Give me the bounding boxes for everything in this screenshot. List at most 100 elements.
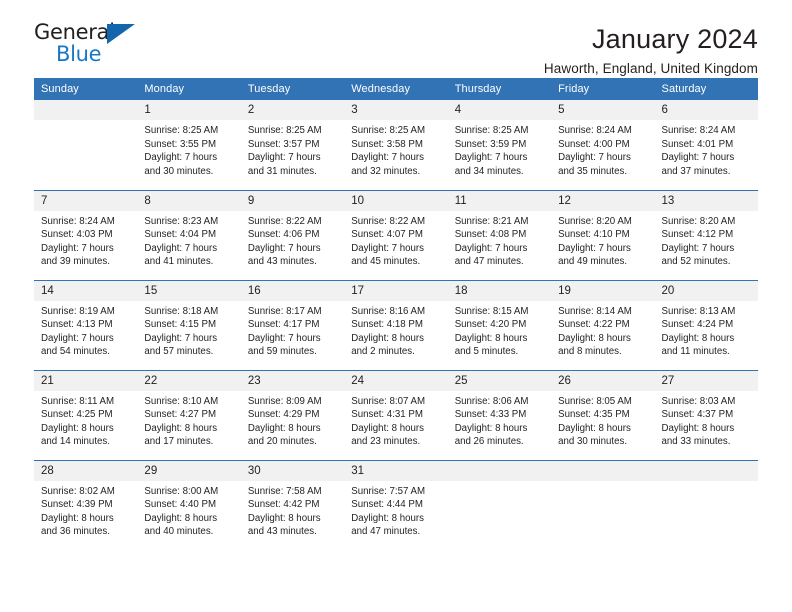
daylight-text-line1: Daylight: 7 hours xyxy=(351,242,424,254)
calendar-day-cell[interactable]: 1 Sunrise: 8:25 AM Sunset: 3:55 PM Daylight… xyxy=(137,100,241,190)
day-number: 12 xyxy=(551,190,655,211)
day-number: 18 xyxy=(447,280,552,301)
generalblue-logo[interactable]: General Blue xyxy=(34,22,144,70)
day-number xyxy=(34,100,138,120)
day-details: Sunrise: 8:22 AM Sunset: 4:06 PM Daylight:… xyxy=(241,211,344,269)
sunrise-text: Sunrise: 8:18 AM xyxy=(144,305,219,317)
daylight-text-line1: Daylight: 7 hours xyxy=(144,152,218,164)
calendar-day-cell[interactable]: 9 Sunrise: 8:22 AM Sunset: 4:06 PM Daylight… xyxy=(240,189,345,280)
calendar-day-cell[interactable]: 13 Sunrise: 8:20 AM Sunset: 4:12 PM Dayligh… xyxy=(654,189,758,280)
sunrise-sunset-calendar: Sunday Monday Tuesday Wednesday Thursday… xyxy=(34,78,758,550)
daylight-text-line2: and 37 minutes. xyxy=(661,165,731,177)
daylight-text-line2: and 8 minutes. xyxy=(558,346,622,358)
calendar-day-cell[interactable]: 8 Sunrise: 8:23 AM Sunset: 4:04 PM Daylight… xyxy=(137,189,241,280)
day-number xyxy=(447,460,552,481)
sunset-text: Sunset: 4:44 PM xyxy=(351,499,423,511)
location-subtitle: Haworth, England, United Kingdom xyxy=(543,61,758,77)
calendar-day-cell[interactable]: 21 Sunrise: 8:11 AM Sunset: 4:25 PM Dayligh… xyxy=(34,369,138,460)
calendar-day-cell[interactable]: 29 Sunrise: 8:00 AM Sunset: 4:40 PM Dayligh… xyxy=(137,459,241,550)
sunrise-text: Sunrise: 8:09 AM xyxy=(247,395,322,407)
weekday-header-saturday: Saturday xyxy=(654,78,758,100)
day-details: Sunrise: 8:09 AM Sunset: 4:29 PM Daylight:… xyxy=(241,391,344,449)
calendar-day-cell[interactable]: 6 Sunrise: 8:24 AM Sunset: 4:01 PM Daylight… xyxy=(654,100,758,190)
daylight-text-line1: Daylight: 7 hours xyxy=(144,242,218,254)
calendar-day-cell[interactable]: 17 Sunrise: 8:16 AM Sunset: 4:18 PM Dayligh… xyxy=(344,279,448,370)
calendar-day-cell[interactable]: 26 Sunrise: 8:05 AM Sunset: 4:35 PM Dayligh… xyxy=(551,369,655,460)
day-details: Sunrise: 8:02 AM Sunset: 4:39 PM Daylight:… xyxy=(34,481,137,539)
daylight-text-line2: and 52 minutes. xyxy=(661,256,731,268)
calendar-week-row: 7 Sunrise: 8:24 AM Sunset: 4:03 PM Daylight… xyxy=(34,189,758,280)
daylight-text-line1: Daylight: 8 hours xyxy=(144,422,218,434)
sunset-text: Sunset: 4:17 PM xyxy=(247,319,320,331)
calendar-day-cell[interactable]: 4 Sunrise: 8:25 AM Sunset: 3:59 PM Daylight… xyxy=(447,100,552,190)
daylight-text-line1: Daylight: 7 hours xyxy=(661,152,735,164)
calendar-day-cell[interactable]: 3 Sunrise: 8:25 AM Sunset: 3:58 PM Daylight… xyxy=(344,100,448,190)
daylight-text-line2: and 47 minutes. xyxy=(454,256,524,268)
calendar-day-cell[interactable]: 25 Sunrise: 8:06 AM Sunset: 4:33 PM Dayligh… xyxy=(447,369,552,460)
daylight-text-line1: Daylight: 7 hours xyxy=(661,242,735,254)
sunrise-text: Sunrise: 8:15 AM xyxy=(454,305,529,317)
calendar-day-cell[interactable]: 31 Sunrise: 7:57 AM Sunset: 4:44 PM Dayligh… xyxy=(344,459,448,550)
sunset-text: Sunset: 3:59 PM xyxy=(454,138,527,150)
calendar-day-cell[interactable]: 28 Sunrise: 8:02 AM Sunset: 4:39 PM Dayligh… xyxy=(34,459,138,550)
day-details: Sunrise: 8:10 AM Sunset: 4:27 PM Daylight:… xyxy=(137,391,240,449)
calendar-day-cell[interactable]: 23 Sunrise: 8:09 AM Sunset: 4:29 PM Dayligh… xyxy=(240,369,345,460)
sunrise-text: Sunrise: 8:24 AM xyxy=(661,125,736,136)
daylight-text-line2: and 36 minutes. xyxy=(41,526,110,538)
sunset-text: Sunset: 4:10 PM xyxy=(558,229,630,241)
calendar-day-cell[interactable]: 18 Sunrise: 8:15 AM Sunset: 4:20 PM Dayligh… xyxy=(447,279,552,370)
day-details: Sunrise: 8:15 AM Sunset: 4:20 PM Daylight:… xyxy=(448,301,551,359)
day-details: Sunrise: 8:22 AM Sunset: 4:07 PM Daylight:… xyxy=(344,211,447,269)
calendar-day-cell[interactable]: 11 Sunrise: 8:21 AM Sunset: 4:08 PM Dayligh… xyxy=(447,189,552,280)
day-details: Sunrise: 8:19 AM Sunset: 4:13 PM Daylight:… xyxy=(34,301,137,359)
day-details: Sunrise: 8:25 AM Sunset: 3:55 PM Daylight:… xyxy=(137,120,240,178)
day-number: 9 xyxy=(240,190,345,211)
day-number: 16 xyxy=(240,280,345,301)
sunrise-text: Sunrise: 8:25 AM xyxy=(454,125,529,136)
day-details: Sunrise: 8:24 AM Sunset: 4:00 PM Daylight:… xyxy=(551,120,654,178)
day-number xyxy=(551,460,655,481)
calendar-day-cell[interactable]: 20 Sunrise: 8:13 AM Sunset: 4:24 PM Dayligh… xyxy=(654,279,758,370)
day-number: 20 xyxy=(654,280,758,301)
calendar-day-cell[interactable]: 2 Sunrise: 8:25 AM Sunset: 3:57 PM Daylight… xyxy=(240,100,345,190)
calendar-day-cell[interactable]: 27 Sunrise: 8:03 AM Sunset: 4:37 PM Dayligh… xyxy=(654,369,758,460)
daylight-text-line2: and 43 minutes. xyxy=(247,526,317,538)
calendar-day-cell[interactable]: 19 Sunrise: 8:14 AM Sunset: 4:22 PM Dayligh… xyxy=(551,279,655,370)
calendar-day-cell[interactable]: 15 Sunrise: 8:18 AM Sunset: 4:15 PM Dayligh… xyxy=(137,279,241,370)
day-number: 24 xyxy=(344,370,448,391)
day-details: Sunrise: 8:18 AM Sunset: 4:15 PM Daylight:… xyxy=(137,301,240,359)
daylight-text-line1: Daylight: 8 hours xyxy=(247,422,321,434)
day-details: Sunrise: 8:23 AM Sunset: 4:04 PM Daylight:… xyxy=(137,211,240,269)
calendar-day-cell[interactable]: 10 Sunrise: 8:22 AM Sunset: 4:07 PM Dayligh… xyxy=(344,189,448,280)
calendar-day-cell[interactable]: 5 Sunrise: 8:24 AM Sunset: 4:00 PM Daylight… xyxy=(551,100,655,190)
calendar-day-cell[interactable]: 16 Sunrise: 8:17 AM Sunset: 4:17 PM Dayligh… xyxy=(240,279,345,370)
daylight-text-line2: and 57 minutes. xyxy=(144,346,214,358)
calendar-day-cell[interactable]: 7 Sunrise: 8:24 AM Sunset: 4:03 PM Daylight… xyxy=(34,189,138,280)
day-details: Sunrise: 8:03 AM Sunset: 4:37 PM Daylight:… xyxy=(655,391,758,449)
calendar-day-cell[interactable]: 22 Sunrise: 8:10 AM Sunset: 4:27 PM Dayligh… xyxy=(137,369,241,460)
sunrise-text: Sunrise: 8:02 AM xyxy=(41,485,115,497)
weekday-header-friday: Friday xyxy=(551,78,655,100)
daylight-text-line1: Daylight: 8 hours xyxy=(351,332,424,344)
calendar-day-cell[interactable]: 14 Sunrise: 8:19 AM Sunset: 4:13 PM Dayligh… xyxy=(34,279,138,370)
day-number: 4 xyxy=(447,100,552,120)
daylight-text-line1: Daylight: 8 hours xyxy=(661,422,735,434)
page-title: January 2024 xyxy=(591,24,758,54)
sunrise-text: Sunrise: 8:16 AM xyxy=(351,305,426,317)
day-details: Sunrise: 8:16 AM Sunset: 4:18 PM Daylight:… xyxy=(344,301,447,359)
calendar-day-cell[interactable]: 12 Sunrise: 8:20 AM Sunset: 4:10 PM Dayligh… xyxy=(551,189,655,280)
daylight-text-line1: Daylight: 8 hours xyxy=(41,422,114,434)
daylight-text-line1: Daylight: 7 hours xyxy=(351,152,424,164)
sunset-text: Sunset: 3:58 PM xyxy=(351,138,423,150)
calendar-day-cell[interactable]: 30 Sunrise: 7:58 AM Sunset: 4:42 PM Dayligh… xyxy=(240,459,345,550)
day-details: Sunrise: 8:17 AM Sunset: 4:17 PM Daylight:… xyxy=(241,301,344,359)
calendar-page: General Blue January 2024 Haworth, Engla… xyxy=(0,0,792,612)
calendar-day-cell[interactable]: 24 Sunrise: 8:07 AM Sunset: 4:31 PM Dayligh… xyxy=(344,369,448,460)
sunset-text: Sunset: 4:12 PM xyxy=(661,229,734,241)
sunset-text: Sunset: 4:25 PM xyxy=(41,409,113,421)
sunrise-text: Sunrise: 8:25 AM xyxy=(351,125,426,136)
daylight-text-line2: and 41 minutes. xyxy=(144,256,214,268)
day-number: 1 xyxy=(137,100,241,120)
sunrise-text: Sunrise: 8:20 AM xyxy=(661,215,736,227)
day-details: Sunrise: 8:25 AM Sunset: 3:59 PM Daylight:… xyxy=(448,120,551,178)
